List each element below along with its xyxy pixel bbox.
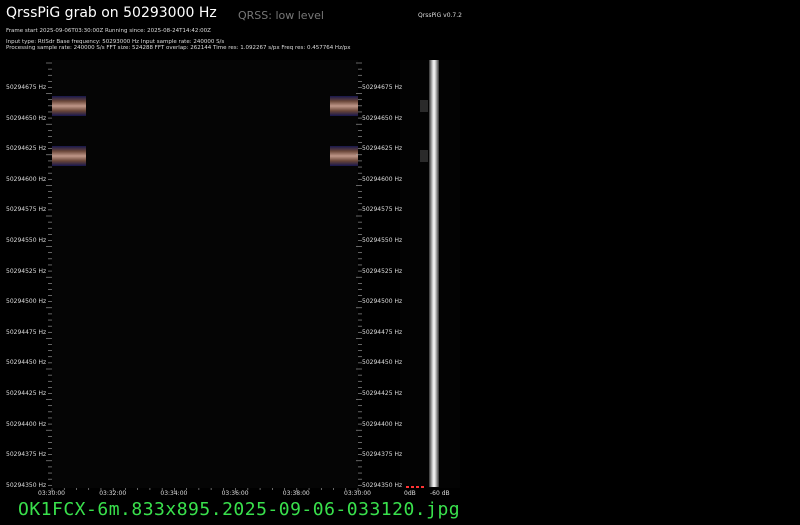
freq-label: 50294375 Hz bbox=[362, 451, 403, 459]
time-label: 03:30:00 bbox=[344, 490, 371, 497]
freq-label: 50294400 Hz bbox=[6, 420, 47, 428]
db-min-label: -60 dB bbox=[430, 490, 450, 497]
freq-label: 50294450 Hz bbox=[362, 359, 403, 367]
time-label: 03:36:00 bbox=[221, 490, 249, 497]
freq-label: 50294675 Hz bbox=[362, 84, 403, 91]
freq-label: 50294675 Hz bbox=[6, 84, 47, 91]
freq-label: 50294400 Hz bbox=[362, 420, 403, 428]
db-max-label: 0dB bbox=[404, 490, 416, 497]
signal-blobs bbox=[52, 96, 428, 166]
signal-trace bbox=[420, 150, 428, 162]
freq-label: 50294500 Hz bbox=[362, 298, 403, 306]
signal-trace bbox=[52, 96, 86, 116]
freq-label: 50294575 Hz bbox=[362, 206, 403, 214]
time-label: 03:38:00 bbox=[282, 490, 310, 497]
freq-label: 50294650 Hz bbox=[6, 114, 47, 122]
time-label: 03:30:00 bbox=[38, 490, 65, 497]
freq-label: 50294350 Hz bbox=[362, 481, 403, 489]
time-label: 03:34:00 bbox=[160, 490, 188, 497]
signal-trace bbox=[52, 146, 86, 166]
freq-label: 50294425 Hz bbox=[6, 390, 47, 397]
freq-label: 50294425 Hz bbox=[362, 390, 403, 397]
signal-trace bbox=[330, 146, 358, 166]
freq-label: 50294575 Hz bbox=[6, 206, 47, 214]
freq-label: 50294525 Hz bbox=[362, 267, 403, 275]
freq-label: 50294500 Hz bbox=[6, 298, 47, 306]
freq-label: 50294475 Hz bbox=[362, 328, 403, 336]
signal-trace bbox=[420, 100, 428, 112]
freq-label: 50294450 Hz bbox=[6, 359, 47, 367]
waterfall-overlay bbox=[46, 62, 428, 492]
freq-label: 50294375 Hz bbox=[6, 451, 47, 459]
db-scale-bar bbox=[406, 486, 426, 488]
axis-ticks bbox=[46, 62, 362, 492]
freq-label: 50294650 Hz bbox=[362, 114, 403, 122]
time-label: 03:32:00 bbox=[99, 490, 127, 497]
freq-label: 50294550 Hz bbox=[362, 237, 403, 244]
freq-label: 50294475 Hz bbox=[6, 328, 47, 336]
freq-label: 50294625 Hz bbox=[362, 145, 403, 153]
freq-label: 50294600 Hz bbox=[6, 175, 47, 183]
signal-trace bbox=[330, 96, 358, 116]
freq-label: 50294525 Hz bbox=[6, 267, 47, 275]
freq-label: 50294600 Hz bbox=[362, 175, 403, 183]
freq-label: 50294625 Hz bbox=[6, 145, 47, 153]
filename-caption: OK1FCX-6m.833x895.2025-09-06-033120.jpg bbox=[18, 499, 461, 520]
freq-label: 50294550 Hz bbox=[6, 237, 47, 244]
freq-label: 50294350 Hz bbox=[6, 481, 47, 489]
